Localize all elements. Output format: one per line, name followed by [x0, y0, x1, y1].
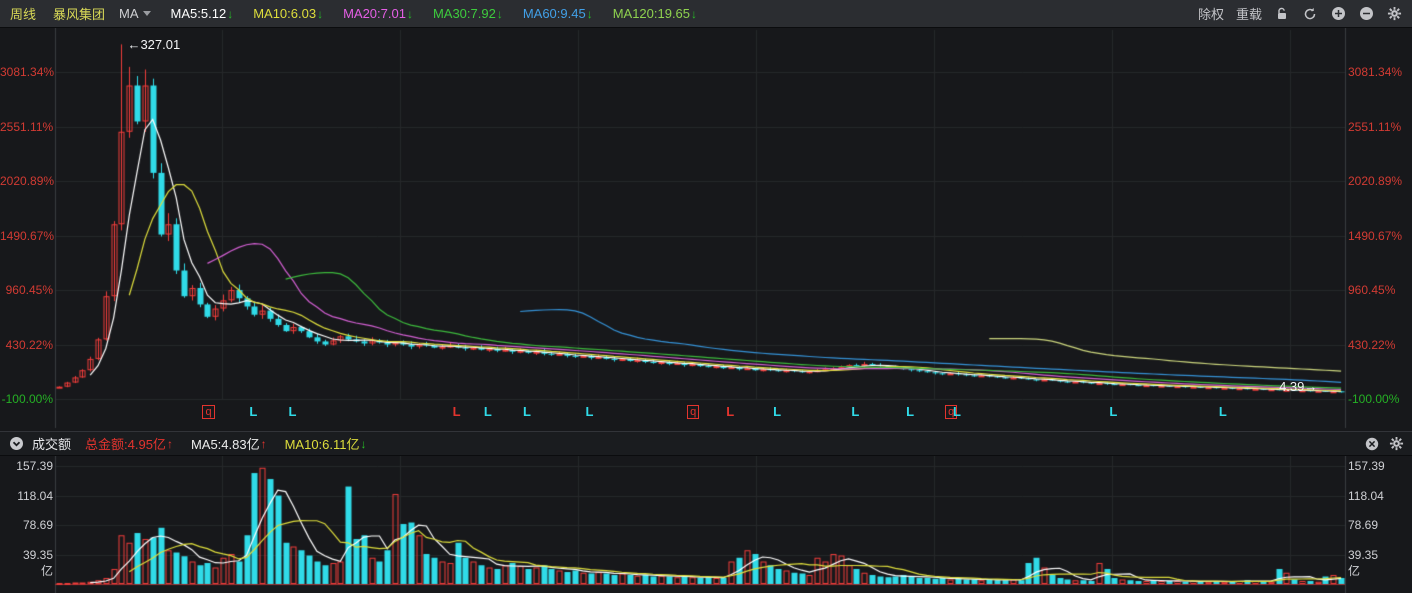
up-arrow-icon: ↑: [166, 436, 173, 451]
volume-chart-canvas[interactable]: [0, 456, 1412, 593]
event-marker-L[interactable]: L: [453, 405, 461, 419]
event-marker-L[interactable]: L: [953, 405, 961, 419]
stock-name: 暴风集团: [53, 7, 106, 22]
refresh-icon[interactable]: [1302, 6, 1318, 22]
reload-button[interactable]: 重载: [1236, 4, 1262, 23]
event-marker-L[interactable]: L: [523, 405, 531, 419]
event-marker-L[interactable]: L: [1109, 405, 1117, 419]
legend-item: MA30:7.92 ↓: [432, 6, 503, 21]
stock-chart-app: 周线 暴风集团 MA MA5:5.12 ↓ MA10:6.03 ↓ MA20:7.01 ↓…: [0, 0, 1412, 593]
period-label[interactable]: 周线: [10, 4, 36, 23]
panel-settings-gear-icon[interactable]: [1388, 436, 1404, 452]
zoom-out-icon[interactable]: [1358, 6, 1374, 22]
legend-item: 总金额:4.95亿 ↑: [85, 436, 173, 453]
legend-item: MA60:9.45 ↓: [522, 6, 593, 21]
event-marker-L[interactable]: L: [288, 405, 296, 419]
up-arrow-icon: ↑: [260, 436, 267, 451]
ma-dropdown[interactable]: MA: [119, 6, 151, 21]
down-arrow-icon: ↓: [360, 436, 367, 451]
event-marker-L[interactable]: L: [851, 405, 859, 419]
toolbar: 周线 暴风集团 MA MA5:5.12 ↓ MA10:6.03 ↓ MA20:7.01 ↓…: [0, 0, 1412, 28]
unlock-icon[interactable]: [1274, 6, 1290, 22]
main-chart-panel: 3081.34% 2551.11% 2020.89% 1490.67% 960.45% 4…: [0, 28, 1412, 431]
event-marker-L[interactable]: L: [484, 405, 492, 419]
volume-panel-title[interactable]: 成交额: [32, 434, 71, 453]
settings-gear-icon[interactable]: [1386, 6, 1402, 22]
legend-item: MA20:7.01 ↓: [343, 6, 413, 21]
volume-legend: 总金额:4.95亿 ↑ MA5:4.83亿 ↑ MA10:6.11亿 ↓: [85, 434, 367, 453]
down-arrow-icon: ↓: [496, 6, 503, 21]
event-marker-L[interactable]: L: [586, 405, 594, 419]
event-marker-L[interactable]: L: [249, 405, 257, 419]
event-marker-L[interactable]: L: [726, 405, 734, 419]
volume-header: 成交额 总金额:4.95亿 ↑ MA5:4.83亿 ↑ MA10:6.11亿 ↓: [0, 431, 1412, 456]
legend-item: MA120:19.65 ↓: [612, 6, 698, 21]
down-arrow-icon: ↓: [406, 6, 413, 21]
event-marker-L[interactable]: L: [906, 405, 914, 419]
chevron-down-icon: [142, 11, 151, 16]
candlestick-chart-canvas[interactable]: [0, 28, 1412, 431]
announcement-marker[interactable]: q: [202, 405, 215, 419]
close-panel-icon[interactable]: [1364, 436, 1380, 452]
legend-item: MA5:5.12 ↓: [170, 6, 234, 21]
ex-rights-button[interactable]: 除权: [1198, 4, 1224, 23]
volume-panel: 157.39 118.04 78.69 39.35 亿 157.39 118.04 78.6…: [0, 456, 1412, 593]
event-marker-L[interactable]: L: [1219, 405, 1227, 419]
collapse-panel-icon[interactable]: [8, 436, 24, 452]
down-arrow-icon: ↓: [691, 6, 698, 21]
ma-dropdown-label: MA: [119, 6, 139, 21]
announcement-marker[interactable]: q: [687, 405, 700, 419]
legend-item: MA10:6.11亿 ↓: [284, 436, 367, 453]
event-marker-L[interactable]: L: [773, 405, 781, 419]
zoom-in-icon[interactable]: [1330, 6, 1346, 22]
down-arrow-icon: ↓: [586, 6, 593, 21]
down-arrow-icon: ↓: [227, 6, 234, 21]
legend-item: MA5:4.83亿 ↑: [190, 436, 267, 453]
legend-item: MA10:6.03 ↓: [253, 6, 324, 21]
ma-legend: MA5:5.12 ↓ MA10:6.03 ↓ MA20:7.01 ↓ MA30:7.92 ↓ M…: [171, 6, 698, 21]
down-arrow-icon: ↓: [317, 6, 324, 21]
